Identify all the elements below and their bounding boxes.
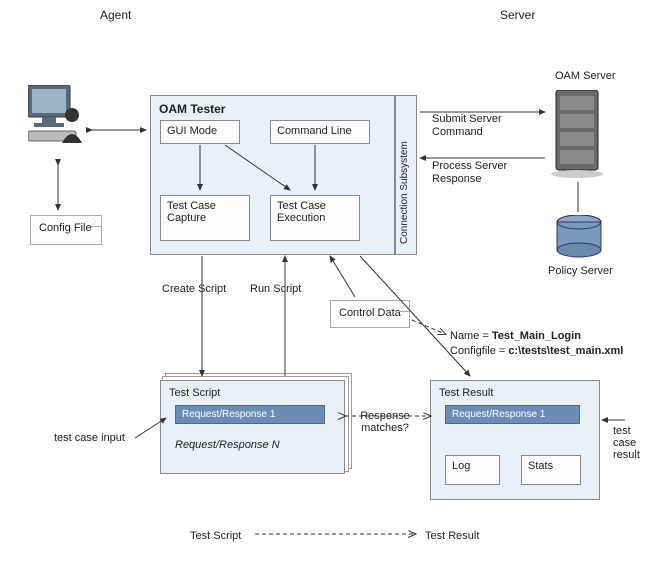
name-value: Test_Main_Login <box>492 330 581 342</box>
command-line-label: Command Line <box>277 125 352 137</box>
gui-mode-box: GUI Mode <box>160 120 240 144</box>
control-data-note: Control Data <box>330 300 410 328</box>
oam-server-label: OAM Server <box>555 70 616 82</box>
test-case-capture-box: Test Case Capture <box>160 195 250 241</box>
server-tower-icon <box>550 90 605 183</box>
process-resp-label: Process Server Response <box>432 160 517 186</box>
test-case-input-label: test case input <box>54 432 125 444</box>
gui-mode-label: GUI Mode <box>167 125 217 137</box>
config-prefix: Configfile = <box>450 345 508 357</box>
test-result-box: Test Result Request/Response 1 Log Stats <box>430 380 600 500</box>
connection-subsystem-box: Connection Subsystem <box>395 95 417 255</box>
req-resp-1-result: Request/Response 1 <box>445 405 580 424</box>
command-line-box: Command Line <box>270 120 370 144</box>
config-file-note: Config File <box>30 215 102 245</box>
req-resp-n: Request/Response N <box>175 439 280 451</box>
database-cylinder-icon <box>555 215 603 263</box>
test-case-execution-box: Test Case Execution <box>270 195 360 241</box>
name-prefix: Name = <box>450 330 492 342</box>
stats-box: Stats <box>521 455 581 485</box>
run-script-label: Run Script <box>250 283 301 295</box>
test-script-title: Test Script <box>169 387 220 399</box>
config-file-label: Config File <box>39 222 92 234</box>
footer-test-result: Test Result <box>425 530 479 542</box>
footer-test-script: Test Script <box>190 530 241 542</box>
test-script-box: Test Script Request/Response 1 Request/R… <box>160 380 345 474</box>
connection-subsystem-label: Connection Subsystem <box>399 114 410 244</box>
log-box: Log <box>445 455 500 485</box>
create-script-label: Create Script <box>162 283 226 295</box>
policy-server-label: Policy Server <box>548 265 613 277</box>
server-heading: Server <box>500 8 535 22</box>
detail-name-line: Name = Test_Main_Login <box>450 330 581 342</box>
log-label: Log <box>452 460 470 472</box>
detail-config-line: Configfile = c:\tests\test_main.xml <box>450 345 623 357</box>
test-case-result-label: test case result <box>613 425 653 461</box>
stats-label: Stats <box>528 460 553 472</box>
config-value: c:\tests\test_main.xml <box>508 345 623 357</box>
submit-cmd-label: Submit Server Command <box>432 113 512 139</box>
agent-heading: Agent <box>100 8 131 22</box>
workstation-icon <box>28 85 88 163</box>
oam-tester-title: OAM Tester <box>159 102 225 116</box>
response-matches-label: Response matches? <box>355 410 415 434</box>
test-case-execution-label: Test Case Execution <box>277 200 326 224</box>
test-result-title: Test Result <box>439 387 493 399</box>
control-data-label: Control Data <box>339 307 401 319</box>
req-resp-1-script: Request/Response 1 <box>175 405 325 424</box>
test-case-capture-label: Test Case Capture <box>167 200 216 224</box>
